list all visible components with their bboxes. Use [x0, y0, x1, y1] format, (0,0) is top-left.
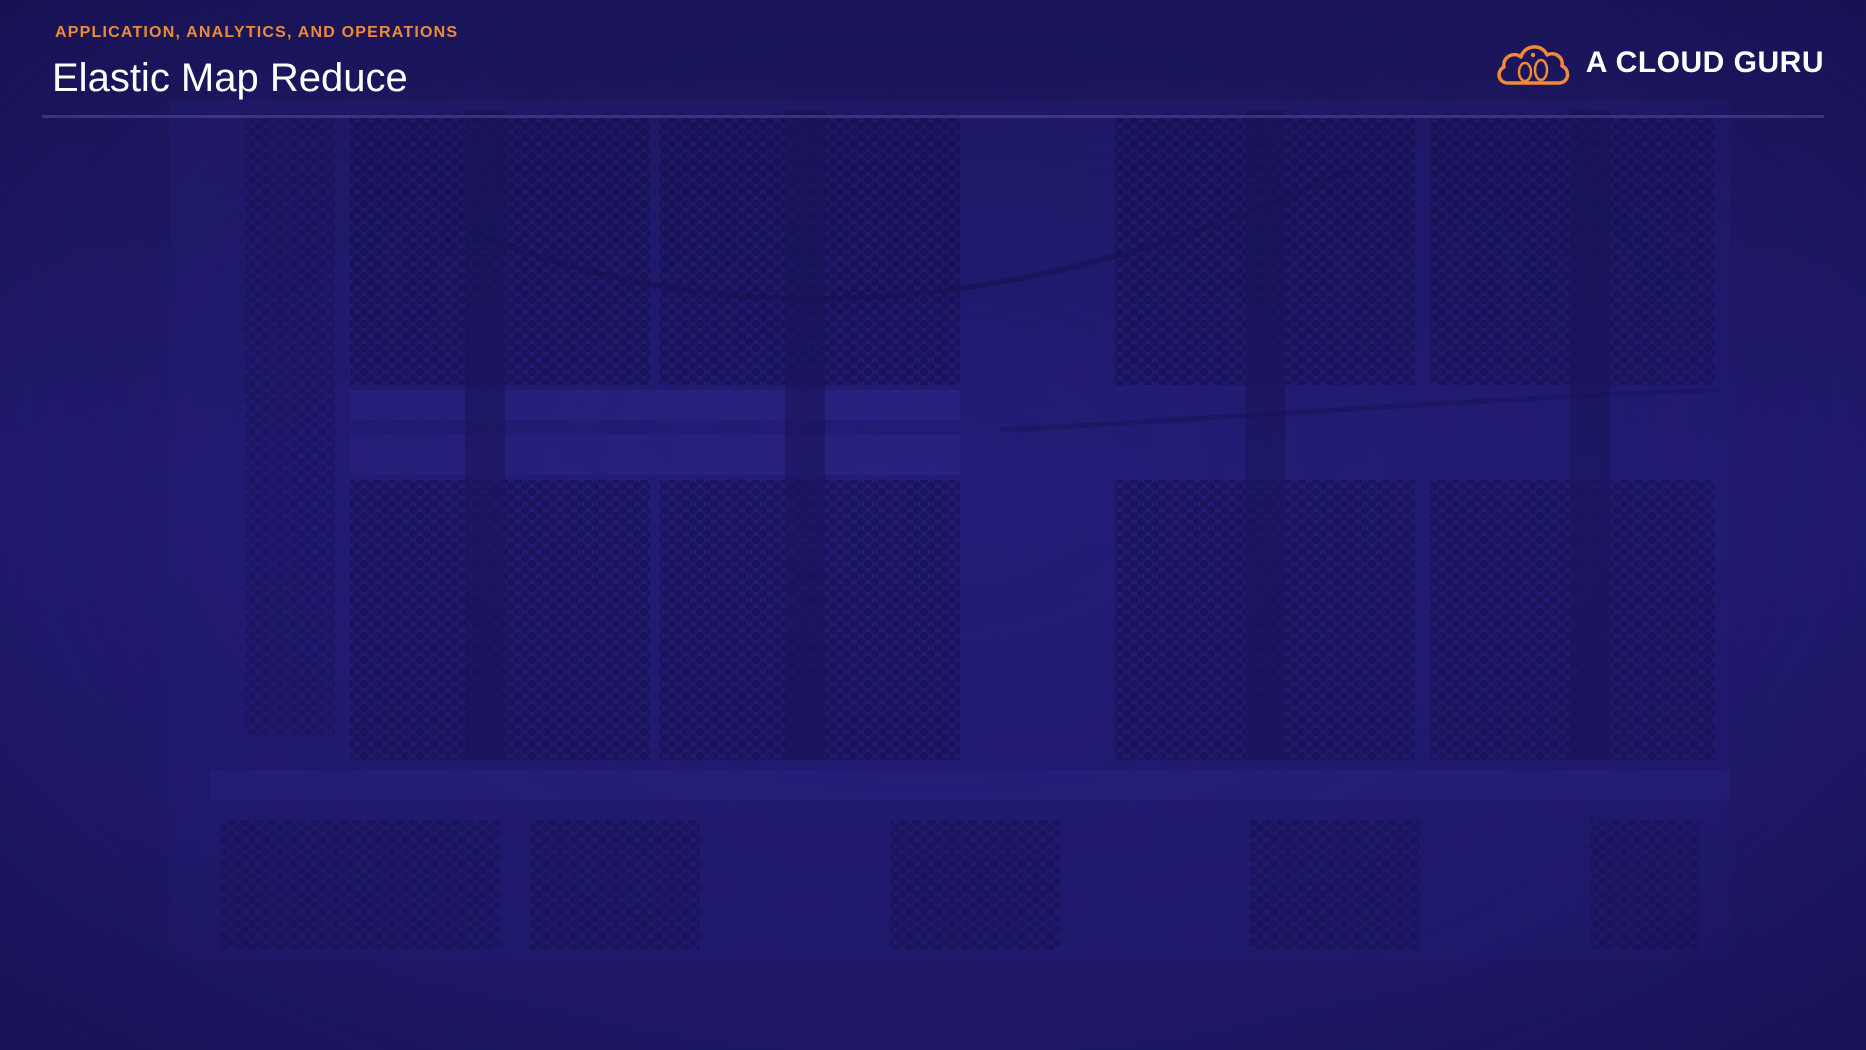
- server-rack-background: [170, 100, 1730, 960]
- slide-header: APPLICATION, ANALYTICS, AND OPERATIONS E…: [0, 0, 1866, 120]
- slide-title: Elastic Map Reduce: [52, 56, 408, 100]
- brand-logo: A CLOUD GURU: [1494, 38, 1824, 88]
- section-label: APPLICATION, ANALYTICS, AND OPERATIONS: [55, 24, 459, 41]
- cloud-logo-icon: [1497, 45, 1570, 85]
- header-divider: [42, 115, 1824, 118]
- brand-name: A CLOUD GURU: [1585, 46, 1824, 79]
- slide: APPLICATION, ANALYTICS, AND OPERATIONS E…: [0, 0, 1866, 1050]
